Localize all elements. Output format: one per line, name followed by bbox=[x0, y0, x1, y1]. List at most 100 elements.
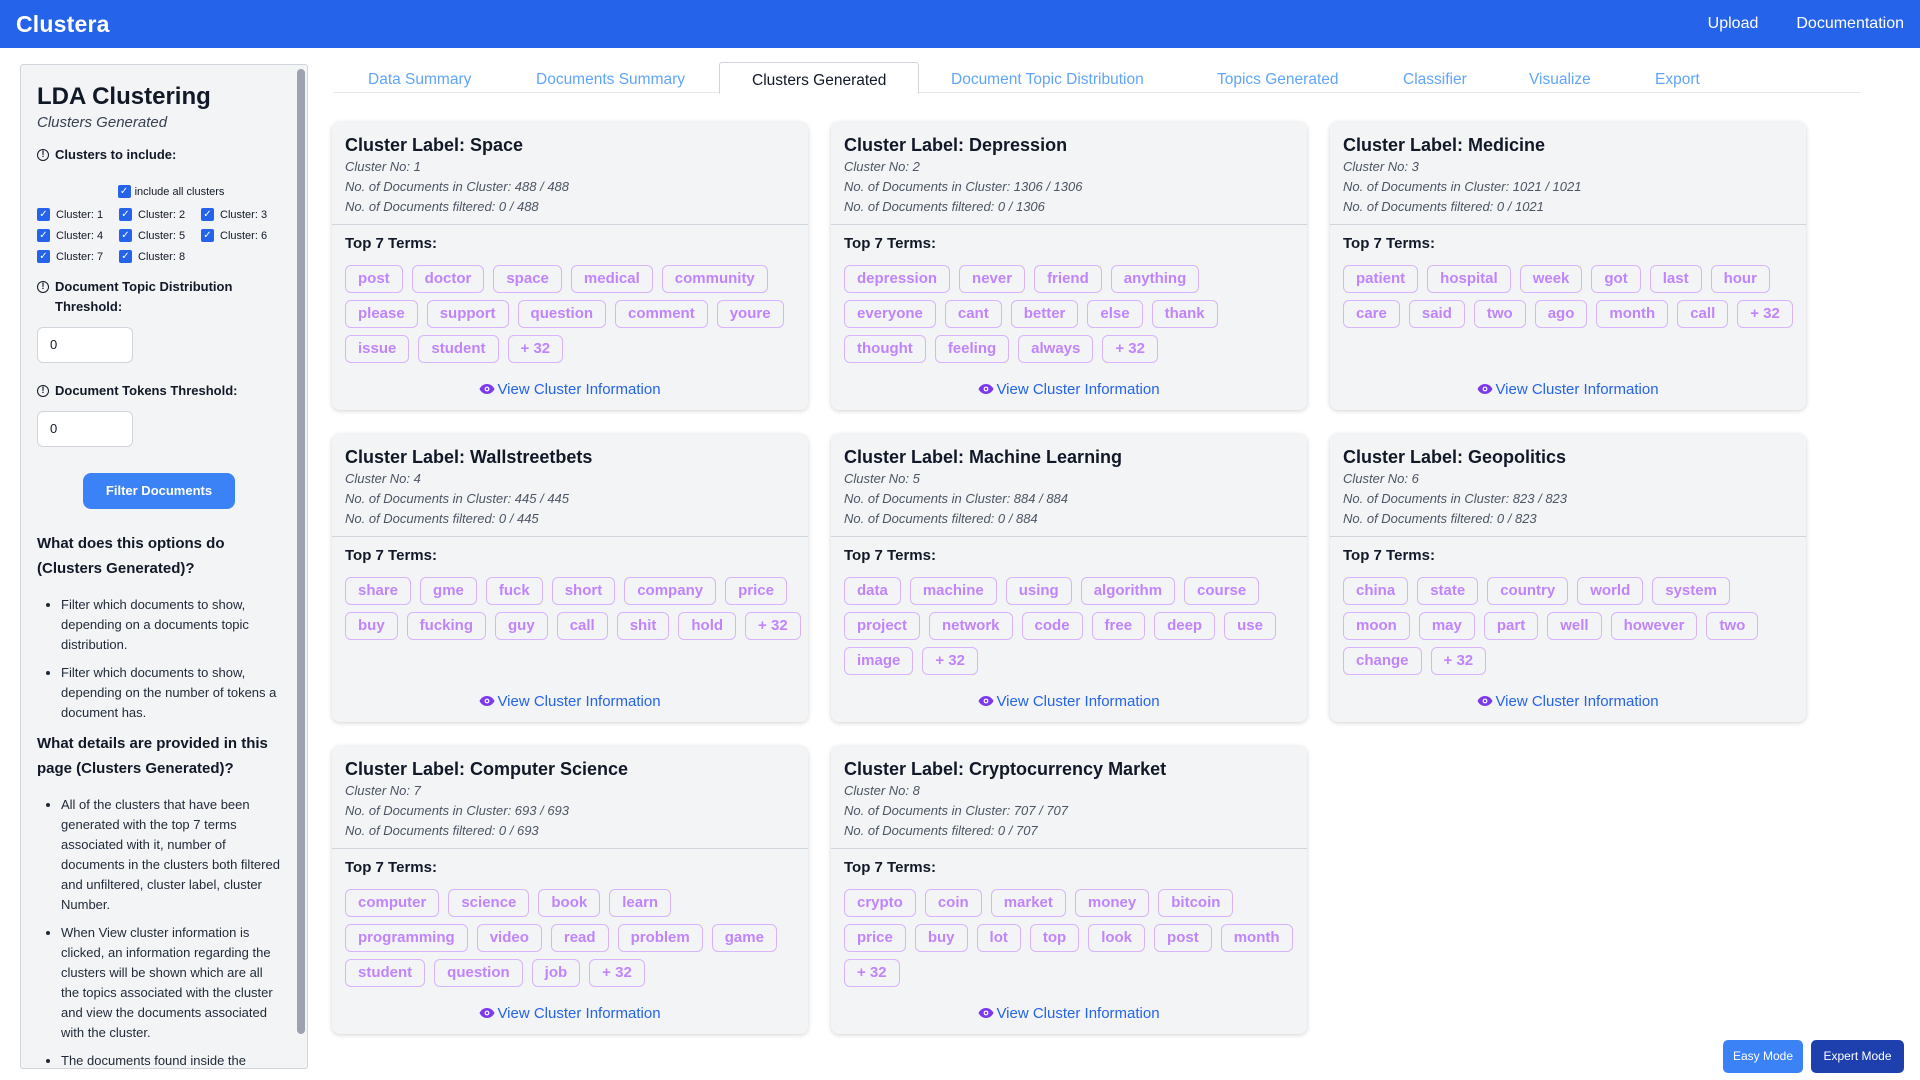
tab-documents-summary[interactable]: Documents Summary bbox=[536, 62, 685, 93]
cluster-label: Cluster Label: Depression bbox=[844, 135, 1068, 155]
more-terms-badge[interactable]: + 32 bbox=[922, 647, 978, 675]
more-terms-badge[interactable]: + 32 bbox=[1102, 335, 1158, 363]
info-icon[interactable]: ! bbox=[37, 385, 49, 397]
checkbox-checked-icon[interactable]: ✓ bbox=[201, 208, 214, 221]
checkbox-checked-icon[interactable]: ✓ bbox=[37, 250, 50, 263]
term-badge: bitcoin bbox=[1158, 889, 1234, 917]
info-icon[interactable]: ! bbox=[37, 149, 49, 161]
cluster-card: Cluster Label: Machine Learning Cluster N… bbox=[831, 434, 1307, 722]
more-terms-badge[interactable]: + 32 bbox=[507, 335, 564, 363]
term-badge: crypto bbox=[844, 889, 916, 917]
cluster-checkbox-7[interactable]: ✓ Cluster: 7 bbox=[37, 250, 119, 263]
checkbox-checked-icon[interactable]: ✓ bbox=[119, 250, 132, 263]
cluster-checkbox-grid: ✓ Cluster: 1 ✓ Cluster: 2 ✓ Cluster: 3 ✓ Clu… bbox=[37, 208, 281, 263]
easy-mode-button[interactable]: Easy Mode bbox=[1723, 1040, 1803, 1073]
brand-logo[interactable]: Clustera bbox=[16, 11, 110, 38]
cluster-filtered-count: No. of Documents filtered: 0 / 1021 bbox=[1343, 199, 1544, 214]
cluster-card: Cluster Label: Geopolitics Cluster No: 6 N… bbox=[1330, 434, 1806, 722]
term-badge: course bbox=[1184, 577, 1260, 605]
term-badge: game bbox=[711, 924, 777, 952]
term-badge: science bbox=[448, 889, 530, 917]
info-icon[interactable]: ! bbox=[37, 281, 49, 293]
help-list-item: When View cluster information is clicked… bbox=[61, 923, 281, 1043]
checkbox-checked-icon[interactable]: ✓ bbox=[37, 208, 50, 221]
more-terms-badge[interactable]: + 32 bbox=[844, 959, 900, 987]
term-badge: image bbox=[844, 647, 914, 675]
tab-data-summary[interactable]: Data Summary bbox=[368, 62, 471, 93]
term-badge: look bbox=[1088, 924, 1146, 952]
sidebar-scrollbar[interactable] bbox=[297, 69, 305, 1034]
cluster-document-count: No. of Documents in Cluster: 445 / 445 bbox=[345, 491, 570, 506]
term-badge: company bbox=[624, 577, 717, 605]
card-divider bbox=[831, 224, 1307, 225]
term-badge: student bbox=[418, 335, 499, 363]
upload-link[interactable]: Upload bbox=[1708, 15, 1759, 33]
eye-icon bbox=[978, 696, 994, 706]
cluster-checkbox-3[interactable]: ✓ Cluster: 3 bbox=[201, 208, 283, 221]
cluster-checkbox-6[interactable]: ✓ Cluster: 6 bbox=[201, 229, 283, 242]
cluster-label: Cluster Label: Medicine bbox=[1343, 135, 1546, 155]
term-badge: comment bbox=[615, 300, 708, 328]
term-badge: learn bbox=[609, 889, 672, 917]
more-terms-badge[interactable]: + 32 bbox=[1737, 300, 1793, 328]
term-badge: month bbox=[1220, 924, 1293, 952]
term-badge: ago bbox=[1534, 300, 1588, 328]
cluster-number: Cluster No: 1 bbox=[345, 159, 421, 174]
tab-classifier[interactable]: Classifier bbox=[1403, 62, 1467, 93]
term-badge: said bbox=[1408, 300, 1465, 328]
view-cluster-information-link[interactable]: View Cluster Information bbox=[332, 381, 808, 398]
term-badge: state bbox=[1417, 577, 1479, 605]
checkbox-checked-icon[interactable]: ✓ bbox=[37, 229, 50, 242]
top-terms-list: data machine using algorithm course project ne… bbox=[844, 577, 1300, 675]
term-badge: call bbox=[556, 612, 608, 640]
top-terms-label: Top 7 Terms: bbox=[1343, 235, 1435, 252]
view-cluster-information-link[interactable]: View Cluster Information bbox=[831, 693, 1307, 710]
cluster-checkbox-4[interactable]: ✓ Cluster: 4 bbox=[37, 229, 119, 242]
top-nav: Upload Documentation bbox=[1708, 15, 1904, 33]
cluster-number: Cluster No: 8 bbox=[844, 783, 920, 798]
tab-export[interactable]: Export bbox=[1655, 62, 1700, 93]
tab-visualize[interactable]: Visualize bbox=[1529, 62, 1591, 93]
top-terms-list: patient hospital week got last hour care said tw… bbox=[1343, 265, 1799, 328]
checkbox-checked-icon[interactable]: ✓ bbox=[119, 229, 132, 242]
cluster-checkbox-5[interactable]: ✓ Cluster: 5 bbox=[119, 229, 201, 242]
view-cluster-information-link[interactable]: View Cluster Information bbox=[1330, 693, 1806, 710]
view-cluster-information-link[interactable]: View Cluster Information bbox=[332, 1005, 808, 1022]
more-terms-badge[interactable]: + 32 bbox=[1430, 647, 1487, 675]
term-badge: lot bbox=[976, 924, 1021, 952]
view-cluster-information-link[interactable]: View Cluster Information bbox=[831, 381, 1307, 398]
filter-documents-button[interactable]: Filter Documents bbox=[83, 473, 235, 509]
include-all-clusters-checkbox[interactable]: ✓ include all clusters bbox=[61, 185, 281, 198]
view-cluster-information-link[interactable]: View Cluster Information bbox=[1330, 381, 1806, 398]
tab-topics-generated[interactable]: Topics Generated bbox=[1217, 62, 1339, 93]
cluster-number: Cluster No: 6 bbox=[1343, 471, 1419, 486]
top-terms-list: post doctor space medical community please sup… bbox=[345, 265, 801, 363]
tab-document-topic-distribution[interactable]: Document Topic Distribution bbox=[951, 62, 1144, 93]
cluster-document-count: No. of Documents in Cluster: 1306 / 1306 bbox=[844, 179, 1083, 194]
view-cluster-information-link[interactable]: View Cluster Information bbox=[332, 693, 808, 710]
topic-threshold-input[interactable]: 0 bbox=[37, 327, 133, 363]
cluster-checkbox-1[interactable]: ✓ Cluster: 1 bbox=[37, 208, 119, 221]
cluster-filtered-count: No. of Documents filtered: 0 / 823 bbox=[1343, 511, 1537, 526]
checkbox-checked-icon[interactable]: ✓ bbox=[201, 229, 214, 242]
expert-mode-button[interactable]: Expert Mode bbox=[1811, 1040, 1904, 1073]
term-badge: issue bbox=[345, 335, 410, 363]
checkbox-checked-icon[interactable]: ✓ bbox=[119, 208, 132, 221]
more-terms-badge[interactable]: + 32 bbox=[745, 612, 801, 640]
card-divider bbox=[831, 536, 1307, 537]
documentation-link[interactable]: Documentation bbox=[1796, 15, 1904, 33]
top-terms-list: crypto coin market money bitcoin price buy lot t… bbox=[844, 889, 1300, 987]
cluster-checkbox-2[interactable]: ✓ Cluster: 2 bbox=[119, 208, 201, 221]
term-badge: never bbox=[959, 265, 1026, 293]
view-cluster-information-link[interactable]: View Cluster Information bbox=[831, 1005, 1307, 1022]
checkbox-checked-icon[interactable]: ✓ bbox=[117, 185, 131, 198]
top-terms-label: Top 7 Terms: bbox=[844, 235, 936, 252]
cluster-checkbox-8[interactable]: ✓ Cluster: 8 bbox=[119, 250, 201, 263]
term-badge: change bbox=[1343, 647, 1422, 675]
tab-clusters-generated[interactable]: Clusters Generated bbox=[719, 62, 920, 94]
cluster-number: Cluster No: 3 bbox=[1343, 159, 1419, 174]
more-terms-badge[interactable]: + 32 bbox=[589, 959, 645, 987]
cluster-filtered-count: No. of Documents filtered: 0 / 707 bbox=[844, 823, 1038, 838]
tokens-threshold-input[interactable]: 0 bbox=[37, 411, 133, 447]
term-badge: short bbox=[551, 577, 616, 605]
